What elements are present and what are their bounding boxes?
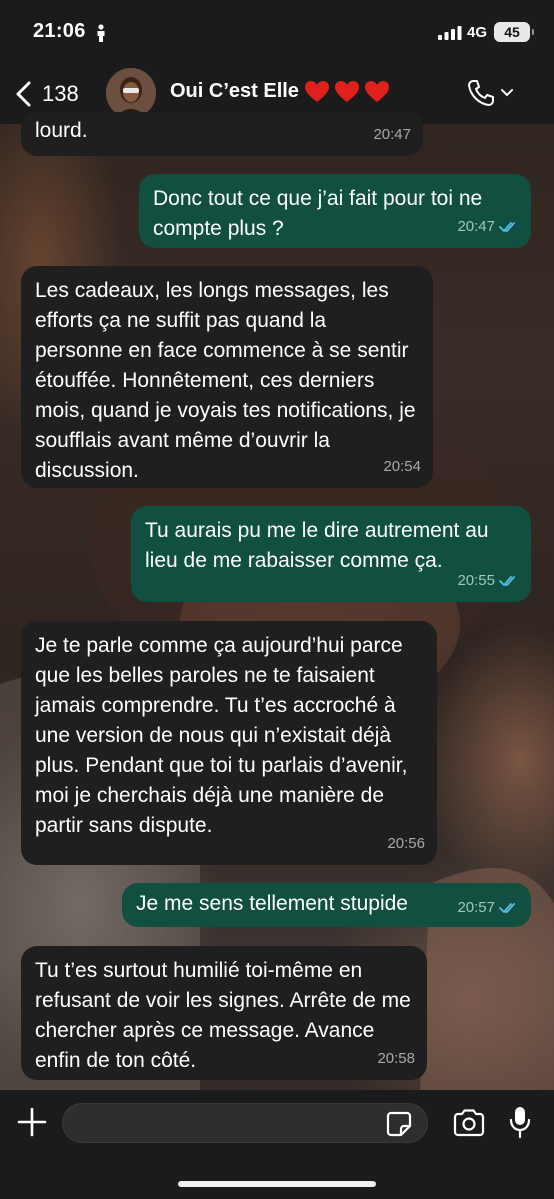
message-meta: 20:57 bbox=[457, 893, 519, 923]
unread-count: 138 bbox=[42, 81, 79, 106]
call-button[interactable] bbox=[466, 76, 522, 110]
camera-icon[interactable] bbox=[452, 1109, 486, 1137]
person-icon bbox=[97, 24, 105, 42]
contact-name-hearts bbox=[304, 80, 390, 104]
battery-level: 45 bbox=[494, 22, 534, 42]
status-bar: 21:06 4G 45 bbox=[0, 0, 554, 64]
message-time: 20:58 bbox=[377, 1050, 415, 1067]
heart-icon bbox=[365, 81, 389, 102]
message-meta: 20:56 bbox=[387, 829, 425, 859]
message-time: 20:54 bbox=[383, 458, 421, 475]
message-meta: 20:47 bbox=[373, 120, 411, 150]
message-meta: 20:58 bbox=[377, 1044, 415, 1074]
read-receipt-icon bbox=[499, 222, 515, 232]
phone-icon bbox=[468, 80, 494, 106]
message-text: Je te parle comme ça aujourd’hui parce q… bbox=[35, 634, 408, 837]
message-meta: 20:55 bbox=[457, 566, 519, 596]
status-time: 21:06 bbox=[33, 20, 86, 42]
heart-icon bbox=[305, 81, 329, 102]
message-outgoing[interactable]: Je me sens tellement stupide 20:57 bbox=[122, 883, 531, 927]
message-meta: 20:47 bbox=[457, 212, 519, 242]
contact-name[interactable]: Oui C’est Elle bbox=[170, 80, 299, 103]
network-type: 4G bbox=[467, 24, 488, 41]
message-text: Tu t’es surtout humilié toi-même en refu… bbox=[35, 959, 411, 1072]
message-outgoing[interactable]: Tu aurais pu me le dire autrement au lie… bbox=[131, 506, 531, 602]
sticker-icon[interactable] bbox=[386, 1111, 412, 1137]
message-time: 20:47 bbox=[373, 126, 411, 143]
message-outgoing[interactable]: Donc tout ce que j’ai fait pour toi ne c… bbox=[139, 174, 531, 248]
message-incoming[interactable]: Je te parle comme ça aujourd’hui parce q… bbox=[21, 621, 437, 865]
heart-icon bbox=[335, 81, 359, 102]
message-meta: 20:54 bbox=[383, 452, 421, 482]
read-receipt-icon bbox=[499, 903, 515, 913]
message-text: lourd. bbox=[35, 119, 88, 142]
home-indicator[interactable] bbox=[178, 1181, 376, 1187]
message-time: 20:56 bbox=[387, 835, 425, 852]
message-incoming[interactable]: Tu t’es surtout humilié toi-même en refu… bbox=[21, 946, 427, 1080]
message-time: 20:47 bbox=[457, 218, 495, 235]
signal-icon bbox=[438, 26, 462, 40]
avatar-image bbox=[106, 68, 156, 118]
chevron-left-icon bbox=[16, 81, 31, 107]
chevron-down-icon bbox=[501, 89, 513, 97]
read-receipt-icon bbox=[499, 576, 515, 586]
message-text: Les cadeaux, les longs messages, les eff… bbox=[35, 279, 416, 482]
composer-bar bbox=[0, 1090, 554, 1199]
message-incoming[interactable]: lourd. 20:47 bbox=[21, 112, 423, 156]
message-input[interactable] bbox=[62, 1103, 428, 1143]
chat-screen: 21:06 4G 45 138 Oui C’est Elle lourd. 20… bbox=[0, 0, 554, 1199]
message-time: 20:57 bbox=[457, 899, 495, 916]
avatar[interactable] bbox=[106, 68, 156, 118]
plus-icon[interactable] bbox=[16, 1106, 48, 1138]
back-button[interactable]: 138 bbox=[14, 76, 79, 112]
message-incoming[interactable]: Les cadeaux, les longs messages, les eff… bbox=[21, 266, 433, 488]
message-time: 20:55 bbox=[457, 572, 495, 589]
microphone-icon[interactable] bbox=[508, 1105, 532, 1139]
